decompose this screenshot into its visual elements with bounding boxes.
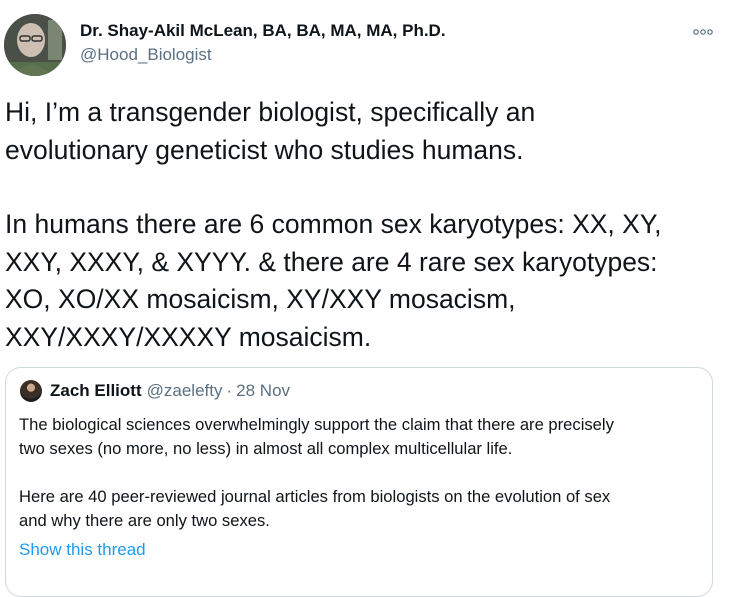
tweet-text-line: XXY/XXXY/XXXXY mosaicism. [5, 321, 372, 352]
author-header: Dr. Shay-Akil McLean, BA, BA, MA, MA, Ph… [80, 20, 446, 66]
quoted-text-line: Here are 40 peer-reviewed journal articl… [19, 487, 611, 506]
author-avatar[interactable] [4, 14, 66, 76]
author-display-name[interactable]: Dr. Shay-Akil McLean, BA, BA, MA, MA, Ph… [80, 20, 446, 42]
tweet-text: Hi, I’m a transgender biologist, specifi… [5, 94, 720, 356]
quoted-tweet-header: Zach Elliott @zaelefty · 28 Nov [20, 380, 290, 402]
more-horizontal-icon [693, 29, 713, 35]
tweet-text-line: In humans there are 6 common sex karyoty… [5, 209, 662, 239]
quoted-author-avatar[interactable] [20, 380, 42, 402]
tweet-text-line: XO, XO/XX mosaicism, XY/XXY mosacism, [5, 284, 516, 314]
tweet-text-line: evolutionary geneticist who studies huma… [5, 134, 524, 165]
quoted-text-line: two sexes (no more, no less) in almost a… [19, 439, 513, 458]
quoted-author-handle[interactable]: @zaelefty [147, 381, 223, 401]
separator-dot: · [226, 381, 233, 400]
tweet-text-line: Hi, I’m a transgender biologist, specifi… [5, 97, 536, 127]
quoted-text-line: The biological sciences overwhelmingly s… [19, 415, 614, 434]
author-handle[interactable]: @Hood_Biologist [80, 44, 446, 66]
tweet: Dr. Shay-Akil McLean, BA, BA, MA, MA, Ph… [0, 0, 729, 597]
tweet-text-line: XXY, XXXY, & XYYY. & there are 4 rare se… [5, 246, 658, 277]
show-thread-link[interactable]: Show this thread [19, 538, 146, 562]
quoted-tweet-card[interactable]: Zach Elliott @zaelefty · 28 Nov The biol… [5, 367, 713, 597]
quoted-text-line: and why there are only two sexes. [19, 511, 270, 530]
quoted-author-name[interactable]: Zach Elliott [50, 381, 142, 401]
quoted-tweet-text: The biological sciences overwhelmingly s… [19, 413, 709, 533]
more-options-button[interactable] [691, 24, 715, 40]
quoted-tweet-date[interactable]: 28 Nov [236, 381, 290, 401]
